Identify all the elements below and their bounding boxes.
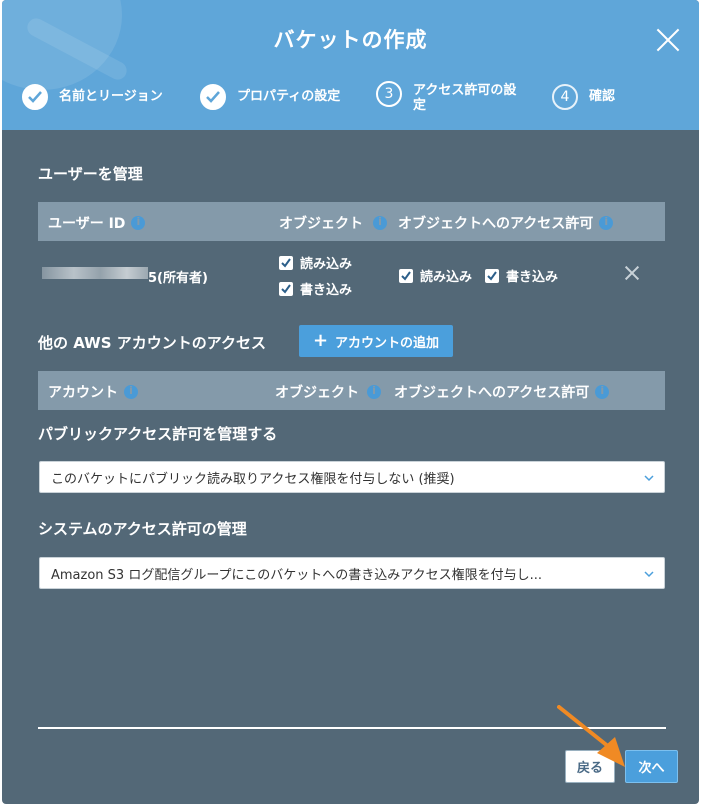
checkbox-checked-icon: [279, 255, 293, 270]
plus-icon: +: [312, 330, 329, 351]
checkbox-checked-icon: [279, 281, 293, 296]
info-icon[interactable]: [131, 215, 146, 230]
modal-title: バケットの作成: [273, 28, 428, 52]
step-label-line1: アクセス許可の設: [413, 83, 517, 98]
step-name-region[interactable]: 名前とリージョン: [22, 84, 163, 110]
check-circle-icon: [200, 84, 226, 110]
owner-label: 5(所有者): [148, 271, 208, 286]
info-icon[interactable]: [599, 215, 614, 230]
step-number: 4: [552, 84, 578, 110]
column-objects: オブジェクト: [279, 213, 387, 233]
column-label: オブジェクト: [279, 216, 363, 232]
close-icon[interactable]: [655, 27, 681, 53]
select-value: Amazon S3 ログ配信グループにこのバケットへの書き込みアクセス権限を付与…: [51, 567, 543, 583]
permission-write-checkbox[interactable]: 書き込み: [485, 266, 558, 285]
checkbox-checked-icon: [399, 268, 413, 283]
step-label: 名前とリージョン: [59, 89, 163, 104]
next-button[interactable]: 次へ: [625, 750, 678, 783]
public-access-section-title: パブリックアクセス許可を管理する: [38, 425, 278, 443]
step-label: プロパティの設定: [237, 89, 341, 104]
chevron-down-icon: [644, 571, 654, 578]
check-circle-icon: [22, 84, 48, 110]
users-section-title: ユーザーを管理: [38, 165, 143, 183]
column-account: アカウント: [48, 382, 138, 402]
system-access-select[interactable]: Amazon S3 ログ配信グループにこのバケットへの書き込みアクセス権限を付与…: [39, 557, 665, 589]
other-accounts-section-title: 他の AWS アカウントのアクセス: [38, 334, 266, 352]
column-user-id: ユーザー ID: [48, 213, 146, 233]
chevron-down-icon: [644, 475, 654, 482]
column-objects: オブジェクト: [275, 382, 381, 402]
select-value: このバケットにパブリック読み取りアクセス権限を付与しない (推奨): [51, 471, 455, 487]
step-number: 3: [376, 81, 402, 107]
info-icon[interactable]: [373, 215, 387, 230]
step-label: 確認: [589, 89, 616, 104]
modal-header: バケットの作成 名前とリージョン プロパティの設定 3 アクセス許可の設 定 4…: [2, 0, 699, 130]
redacted-user-id: [42, 267, 148, 279]
checkbox-label: 読み込み: [300, 257, 353, 272]
close-icon[interactable]: [625, 266, 639, 280]
info-icon[interactable]: [124, 384, 138, 399]
column-label: オブジェクト: [275, 385, 359, 401]
step-label-line2: 定: [413, 98, 427, 113]
step-permissions[interactable]: 3 アクセス許可の設 定: [376, 81, 516, 113]
info-icon[interactable]: [595, 384, 610, 399]
permission-read-checkbox[interactable]: 読み込み: [399, 266, 472, 285]
column-object-permissions: オブジェクトへのアクセス許可: [398, 213, 614, 233]
object-write-checkbox[interactable]: 書き込み: [279, 279, 352, 298]
column-label: アカウント: [48, 385, 118, 401]
checkbox-label: 書き込み: [300, 283, 353, 298]
add-account-label: アカウントの追加: [335, 335, 440, 351]
add-account-button[interactable]: + アカウントの追加: [299, 325, 453, 357]
column-label: オブジェクトへのアクセス許可: [398, 216, 594, 232]
public-access-select[interactable]: このバケットにパブリック読み取りアクセス権限を付与しない (推奨): [39, 461, 665, 493]
info-icon[interactable]: [367, 384, 381, 399]
checkbox-checked-icon: [485, 268, 499, 283]
accounts-table-header: アカウント オブジェクト オブジェクトへのアクセス許可: [38, 371, 665, 410]
users-table-header: ユーザー ID オブジェクト オブジェクトへのアクセス許可: [38, 202, 665, 241]
column-object-permissions: オブジェクトへのアクセス許可: [394, 382, 610, 402]
step-review[interactable]: 4 確認: [552, 84, 615, 110]
step-label: アクセス許可の設 定: [413, 83, 516, 113]
object-read-checkbox[interactable]: 読み込み: [279, 253, 352, 272]
create-bucket-modal: バケットの作成 名前とリージョン プロパティの設定 3 アクセス許可の設 定 4…: [2, 0, 699, 804]
column-label: ユーザー ID: [48, 216, 126, 232]
back-button[interactable]: 戻る: [565, 750, 615, 783]
footer-divider: [38, 727, 666, 729]
checkbox-label: 読み込み: [420, 270, 473, 285]
step-properties[interactable]: プロパティの設定: [200, 84, 340, 110]
checkbox-label: 書き込み: [506, 270, 559, 285]
column-label: オブジェクトへのアクセス許可: [394, 385, 590, 401]
system-access-section-title: システムのアクセス許可の管理: [38, 520, 247, 538]
